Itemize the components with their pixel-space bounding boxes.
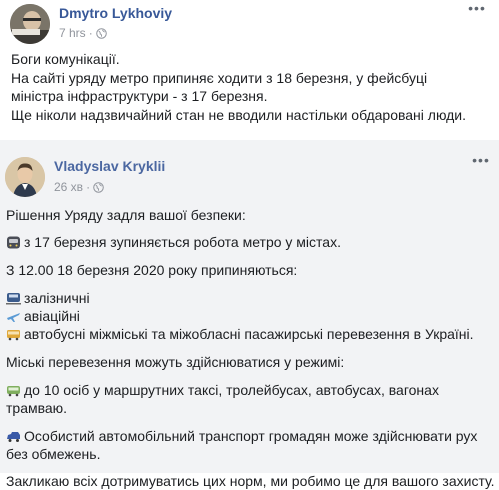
post-line-text: автобусні міжміські та міжобласні пасажи… — [24, 326, 474, 342]
post-meta: 7 hrs · — [59, 26, 107, 40]
post-line-air: авіаційні — [6, 307, 80, 325]
post-line: Закликаю всіх дотримуватись цих норм, ми… — [6, 473, 495, 489]
post-meta: 26 хв · — [54, 180, 104, 194]
post-line-text: з 17 березня зупиняється робота метро у … — [24, 234, 341, 250]
post-line: трамваю. — [6, 400, 68, 416]
avatar-photo — [5, 157, 45, 197]
post-vladyslav-kryklii: Vladyslav Kryklii 26 хв · ••• Рішення Ур… — [0, 140, 499, 489]
bus-icon — [7, 330, 20, 341]
post-line: Міські перевезення можуть здійснюватися … — [6, 354, 345, 370]
post-line-car: Особистий автомобільний транспорт громад… — [6, 427, 477, 445]
post-line-text: Особистий автомобільний транспорт громад… — [24, 428, 478, 444]
post-timestamp[interactable]: 7 hrs — [59, 26, 86, 40]
post-line: Ще ніколи надзвичайний стан не вводили н… — [11, 106, 467, 123]
post-line-text: залізничні — [24, 290, 90, 306]
globe-icon — [95, 27, 107, 39]
post-line: без обмежень. — [6, 446, 101, 462]
post-line: міністра інфраструктури - з 17 березня. — [11, 88, 268, 104]
post-timestamp[interactable]: 26 хв — [54, 180, 83, 194]
car-icon — [7, 432, 20, 442]
minibus-icon — [7, 386, 20, 397]
post-line: На сайті уряду метро припиняє ходити з 1… — [11, 69, 428, 86]
more-options-icon[interactable]: ••• — [466, 1, 488, 18]
post-body: Боги комунікації. На сайті уряду метро п… — [11, 50, 496, 124]
post-line-minibus: до 10 осіб у маршрутних таксі, тролейбус… — [6, 381, 439, 399]
author-avatar[interactable] — [10, 4, 50, 44]
author-avatar[interactable] — [5, 157, 45, 197]
post-line-text: авіаційні — [24, 308, 80, 324]
avatar-photo — [10, 4, 50, 44]
post-dmytro-lykhoviy: Dmytro Lykhoviy 7 hrs · ••• Боги комунік… — [0, 0, 499, 140]
author-name[interactable]: Vladyslav Kryklii — [54, 158, 165, 174]
globe-icon — [93, 181, 104, 193]
meta-separator: · — [88, 26, 93, 40]
more-options-icon[interactable]: ••• — [470, 153, 492, 170]
post-line: Боги комунікації. — [11, 51, 120, 67]
train-icon — [6, 293, 21, 305]
airplane-icon — [7, 313, 20, 322]
post-line-rail: залізничні — [6, 289, 90, 307]
author-name[interactable]: Dmytro Lykhoviy — [59, 5, 172, 21]
post-line: З 12.00 18 березня 2020 року припиняютьс… — [6, 262, 298, 278]
meta-separator: · — [86, 180, 91, 194]
post-line-bus: автобусні міжміські та міжобласні пасажи… — [6, 325, 474, 343]
shared-post-card: Vladyslav Kryklii 26 хв · ••• Рішення Ур… — [0, 144, 499, 489]
post-line-metro: з 17 березня зупиняється робота метро у … — [6, 233, 341, 251]
post-line-text: до 10 осіб у маршрутних таксі, тролейбус… — [24, 382, 439, 398]
post-line: Рішення Уряду задля вашої безпеки: — [6, 207, 246, 223]
metro-icon — [7, 236, 20, 249]
